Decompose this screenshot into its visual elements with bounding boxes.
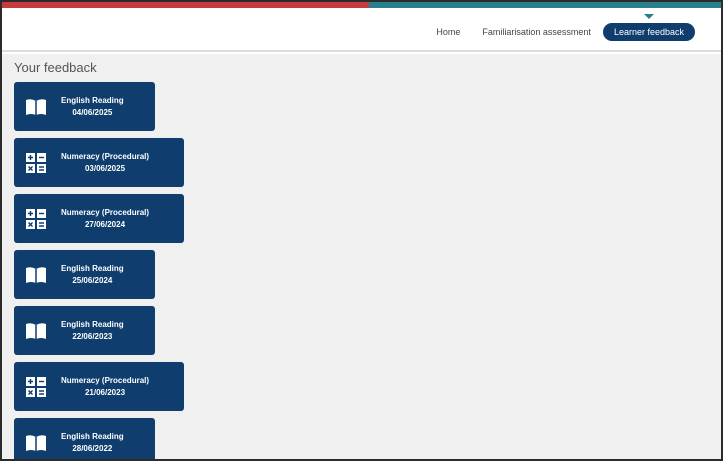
active-tab-indicator [644, 14, 654, 19]
feedback-card[interactable]: Numeracy (Procedural) 27/06/2024 [14, 194, 184, 243]
feedback-card-date: 04/06/2025 [72, 108, 113, 117]
math-symbols-icon [21, 148, 51, 178]
feedback-card-title: Numeracy (Procedural) [61, 376, 150, 385]
nav-home[interactable]: Home [436, 27, 460, 37]
page-title: Your feedback [14, 60, 97, 75]
feedback-card-title: English Reading [61, 432, 124, 441]
feedback-card-title: English Reading [61, 320, 124, 329]
feedback-card[interactable]: Numeracy (Procedural) 21/06/2023 [14, 362, 184, 411]
feedback-card[interactable]: English Reading 25/06/2024 [14, 250, 155, 299]
feedback-card[interactable]: English Reading 22/06/2023 [14, 306, 155, 355]
feedback-card-date: 22/06/2023 [72, 332, 113, 341]
feedback-card-date: 03/06/2025 [84, 164, 126, 173]
feedback-card[interactable]: Numeracy (Procedural) 03/06/2025 [14, 138, 184, 187]
feedback-card-title: Numeracy (Procedural) [61, 152, 150, 161]
math-symbols-icon [21, 372, 51, 402]
feedback-card-title: Numeracy (Procedural) [61, 208, 150, 217]
book-icon [21, 92, 51, 122]
feedback-card-date: 25/06/2024 [72, 276, 113, 285]
feedback-card[interactable]: English Reading 28/06/2022 [14, 418, 155, 459]
book-icon [21, 260, 51, 290]
feedback-card-title: English Reading [61, 96, 124, 105]
main-nav: Home Familiarisation assessment Learner … [414, 23, 695, 41]
feedback-card-date: 28/06/2022 [72, 444, 113, 453]
main-content: Your feedback English Reading 04/06/2025… [2, 54, 721, 459]
feedback-card-date: 21/06/2023 [84, 388, 126, 397]
feedback-card-date: 27/06/2024 [84, 220, 126, 229]
feedback-card[interactable]: English Reading 04/06/2025 [14, 82, 155, 131]
header: Home Familiarisation assessment Learner … [2, 8, 721, 52]
book-icon [21, 316, 51, 346]
book-icon [21, 428, 51, 458]
app-window: Home Familiarisation assessment Learner … [0, 0, 723, 461]
nav-familiarisation-assessment[interactable]: Familiarisation assessment [482, 27, 591, 37]
nav-learner-feedback[interactable]: Learner feedback [602, 23, 695, 41]
feedback-card-title: English Reading [61, 264, 124, 273]
math-symbols-icon [21, 204, 51, 234]
